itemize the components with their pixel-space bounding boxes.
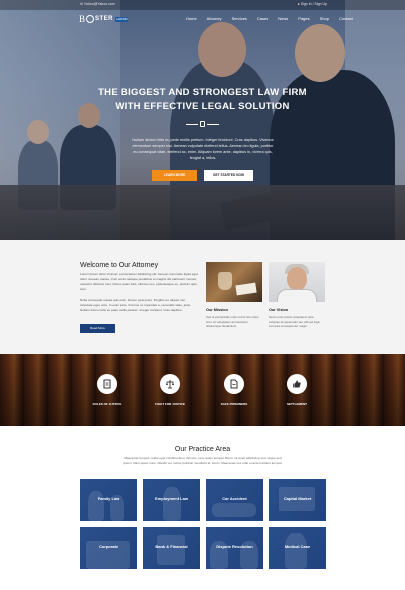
nav-item-attorney[interactable]: Attorney <box>207 16 222 21</box>
vision-title: Our Vision <box>269 308 289 312</box>
thumbs-up-icon <box>293 380 301 388</box>
nav-item-shop[interactable]: Shop <box>320 16 329 21</box>
practice-tile-employment-law[interactable]: Employment Law <box>143 479 200 521</box>
feature-label: RULES OF JUSTICE <box>92 402 122 406</box>
practice-tile-corporate[interactable]: Corporate <box>80 527 137 569</box>
scales-icon <box>166 380 174 389</box>
glass-shape <box>218 272 232 290</box>
tile-label: Employment Law <box>155 496 188 501</box>
nav-item-news[interactable]: News <box>278 16 288 21</box>
feature-fight[interactable]: FIGHT FOR JUSTICE <box>140 374 200 406</box>
nav-item-services[interactable]: Services <box>232 16 247 21</box>
banner-shade <box>0 354 405 426</box>
practice-tile-capital-market[interactable]: Capital Market <box>269 479 326 521</box>
site-logo[interactable]: B STER LAWFIRM <box>79 14 129 24</box>
tile-label: Car Accident <box>222 496 247 501</box>
practice-tile-car-accident[interactable]: Car Accident <box>206 479 263 521</box>
document-icon <box>103 379 111 389</box>
hero-headline-line2: WITH EFFECTIVE LEGAL SOLUTION <box>115 101 290 112</box>
welcome-paragraph: Lorem ipsum dolor sit amet, consectetuer… <box>80 272 198 291</box>
welcome-title: Welcome to Our Attorney <box>80 262 159 269</box>
feature-safe[interactable]: SAFE PRISONERS <box>204 374 264 406</box>
feature-rules[interactable]: RULES OF JUSTICE <box>77 374 137 406</box>
hero-subtext: Nullam dictum felis eu pede mollis preti… <box>132 138 274 160</box>
tile-label: Bank & Financial <box>155 544 188 549</box>
gavel-icon <box>200 121 205 127</box>
feature-circle <box>287 374 307 394</box>
learn-more-button[interactable]: LEARN MORE <box>152 170 197 181</box>
tile-label: Dispute Resolution <box>216 544 253 549</box>
hero-divider <box>186 121 219 127</box>
features-banner <box>0 354 405 426</box>
nav-item-contact[interactable]: Contact <box>339 16 353 21</box>
logo-ring-icon <box>86 15 95 23</box>
hero-headline-line1: THE BIGGEST AND STRONGEST LAW FIRM <box>98 87 307 98</box>
mission-text: Sed ut perspiciatis unde omnis iste natu… <box>206 315 259 328</box>
feature-circle <box>97 374 117 394</box>
feature-settlement[interactable]: SETTLEMENT <box>267 374 327 406</box>
logo-tag: LAWFIRM <box>115 16 129 22</box>
tile-label: Capital Market <box>283 496 312 501</box>
feature-circle <box>224 374 244 394</box>
divider-line <box>186 124 198 125</box>
welcome-paragraph: Nulla consequat massa quis enim. Donec p… <box>80 298 192 312</box>
tile-label: Medical Case <box>284 544 311 549</box>
hero-overlay <box>0 0 405 240</box>
nav-item-home[interactable]: Home <box>186 16 197 21</box>
tile-label: Corporate <box>98 544 119 549</box>
signin-link[interactable]: ● Sign In / Sign Up <box>298 2 327 6</box>
logo-letter: B <box>79 14 86 24</box>
feature-label: SAFE PRISONERS <box>220 402 248 406</box>
feature-label: SETTLEMENT <box>287 402 307 406</box>
vision-image[interactable] <box>269 262 325 302</box>
practice-tile-medical-case[interactable]: Medical Case <box>269 527 326 569</box>
vision-text: Nemo enim ipsam voluptatem quia voluptas… <box>269 315 321 328</box>
mission-image[interactable] <box>206 262 262 302</box>
nav-item-pages[interactable]: Pages <box>298 16 309 21</box>
head-shape <box>287 267 307 291</box>
read-more-button[interactable]: Read More <box>80 324 115 333</box>
divider-line <box>207 124 219 125</box>
email-link[interactable]: ✉ Yahoo@Yahoo.com <box>80 2 115 6</box>
feature-circle <box>160 374 180 394</box>
book-shape <box>235 282 257 296</box>
welcome-section <box>0 240 405 354</box>
file-icon <box>230 379 238 389</box>
tile-label: Family Law <box>97 496 120 501</box>
nav-item-cases[interactable]: Cases <box>257 16 268 21</box>
practice-tile-bank-financial[interactable]: Bank & Financial <box>143 527 200 569</box>
get-started-button[interactable]: GET STARTED NOW <box>204 170 253 181</box>
practice-tile-family-law[interactable]: Family Law <box>80 479 137 521</box>
top-bar: ✉ Yahoo@Yahoo.com ● Sign In / Sign Up <box>0 0 405 10</box>
practice-description: Maecenas tempus, tellus eget condimentum… <box>123 456 283 465</box>
feature-label: FIGHT FOR JUSTICE <box>155 402 185 406</box>
practice-tile-dispute-resolution[interactable]: Dispute Resolution <box>206 527 263 569</box>
mission-title: Our Mission <box>206 308 228 312</box>
main-nav: Home Attorney Services Cases News Pages … <box>186 16 353 21</box>
body-shape <box>277 289 317 302</box>
hero-banner <box>0 0 405 240</box>
logo-name: STER <box>95 16 114 22</box>
practice-title: Our Practice Area <box>174 446 231 453</box>
hero-headline: THE BIGGEST AND STRONGEST LAW FIRM WITH … <box>0 86 405 114</box>
